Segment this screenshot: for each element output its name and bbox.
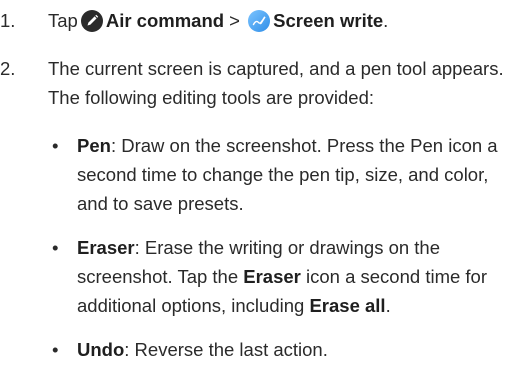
step-text: The current screen is captured, and a pe… <box>48 58 504 108</box>
bullet-dot: • <box>52 339 59 360</box>
bullet-dot: • <box>52 135 59 156</box>
separator: > <box>224 10 246 31</box>
step-end: . <box>383 10 389 31</box>
screen-write-label: Screen write <box>273 10 384 31</box>
screen-write-icon <box>248 10 271 32</box>
bullet-dot: • <box>52 237 59 258</box>
step-number: 1. <box>0 10 16 31</box>
air-command-label: Air command <box>105 10 225 31</box>
tool-description: : Reverse the last action. <box>124 339 328 360</box>
step-number: 2. <box>0 58 16 79</box>
list-item-eraser: • Eraser: Erase the writing or drawings … <box>48 233 518 320</box>
list-item-undo: • Undo: Reverse the last action. <box>48 335 518 364</box>
step-body: Tap Air command > Screen write. <box>48 6 518 35</box>
tool-description: : Draw on the screenshot. Press the Pen … <box>77 135 498 214</box>
tool-name: Undo <box>77 339 125 360</box>
step-text: Tap <box>48 10 78 31</box>
air-command-pen-icon <box>80 10 103 32</box>
list-item-pen: • Pen: Draw on the screenshot. Press the… <box>48 131 518 218</box>
tool-name: Eraser <box>77 237 135 258</box>
tool-name: Pen <box>77 135 111 156</box>
eraser-label: Eraser <box>243 266 301 287</box>
erase-all-label: Erase all <box>309 295 386 316</box>
tool-description: . <box>385 295 391 316</box>
tool-list: • Pen: Draw on the screenshot. Press the… <box>48 131 518 379</box>
